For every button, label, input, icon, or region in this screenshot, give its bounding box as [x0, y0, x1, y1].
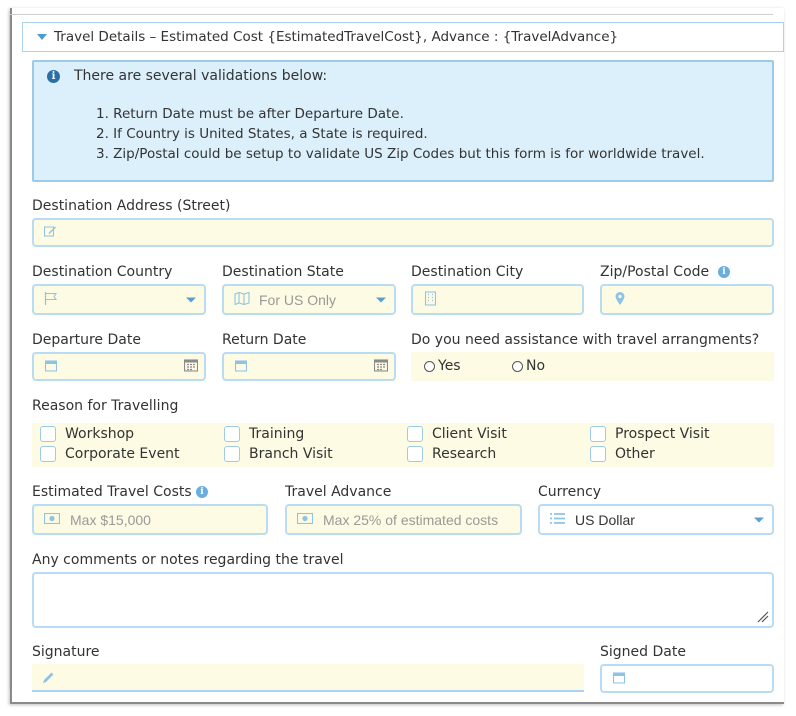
info-title: There are several validations below: [74, 68, 328, 84]
reason-other-checkbox[interactable]: Other [590, 446, 655, 462]
calendar-icon [234, 359, 248, 374]
checkbox-label: Research [432, 446, 497, 462]
signed-date-input[interactable] [600, 664, 774, 693]
chevron-down-icon [186, 297, 196, 302]
zip-input[interactable] [600, 284, 774, 315]
map-icon [234, 291, 250, 308]
currency-label: Currency [538, 484, 602, 500]
est-cost-input[interactable]: Max $15,000 [32, 504, 268, 535]
checkbox-box[interactable] [224, 446, 240, 462]
comments-label: Any comments or notes regarding the trav… [32, 552, 344, 568]
chevron-down-icon [376, 297, 386, 302]
state-label: Destination State [222, 264, 344, 280]
checkbox-box[interactable] [407, 426, 423, 442]
reason-label: Reason for Travelling [32, 398, 179, 414]
assistance-label: Do you need assistance with travel arran… [411, 332, 760, 348]
radio-circle[interactable] [512, 360, 523, 372]
assistance-radio-group [411, 352, 774, 381]
est-cost-label: Estimated Travel Costs [32, 484, 192, 500]
assistance-yes-radio[interactable]: Yes [424, 358, 461, 374]
signed-date-label: Signed Date [600, 644, 686, 660]
city-input[interactable] [411, 284, 584, 315]
currency-value: US Dollar [575, 511, 635, 528]
calendar-picker-icon[interactable] [373, 358, 389, 375]
travel-details-header[interactable]: Travel Details – Estimated Cost {Estimat… [22, 22, 784, 52]
reason-client-visit-checkbox[interactable]: Client Visit [407, 426, 507, 442]
validation-item: 3. Zip/Postal could be setup to validate… [96, 146, 705, 162]
state-placeholder: For US Only [259, 291, 337, 308]
checkbox-box[interactable] [590, 446, 606, 462]
return-label: Return Date [222, 332, 307, 348]
reason-corporate-event-checkbox[interactable]: Corporate Event [40, 446, 180, 462]
checkbox-box[interactable] [40, 446, 56, 462]
signature-label: Signature [32, 644, 100, 660]
advance-placeholder: Max 25% of estimated costs [323, 511, 499, 528]
advance-label: Travel Advance [285, 484, 392, 500]
checkbox-box[interactable] [224, 426, 240, 442]
departure-date-input[interactable] [32, 352, 206, 381]
calendar-picker-icon[interactable] [183, 358, 199, 375]
checkbox-box[interactable] [590, 426, 606, 442]
departure-label: Departure Date [32, 332, 141, 348]
validation-info-box: i There are several validations below: 1… [32, 60, 774, 182]
reason-workshop-checkbox[interactable]: Workshop [40, 426, 134, 442]
list-icon [550, 512, 565, 527]
checkbox-box[interactable] [407, 446, 423, 462]
collapse-caret-icon[interactable] [37, 34, 47, 40]
country-label: Destination Country [32, 264, 173, 280]
checkbox-label: Client Visit [432, 426, 507, 442]
calendar-icon [44, 359, 58, 374]
calendar-icon [612, 671, 626, 686]
checkbox-label: Prospect Visit [615, 426, 710, 442]
pencil-icon [42, 671, 55, 688]
building-icon [424, 290, 437, 308]
map-marker-icon [615, 291, 625, 308]
money-icon [296, 512, 314, 527]
country-select[interactable] [32, 284, 206, 315]
edit-icon [44, 225, 57, 240]
street-input[interactable] [32, 218, 774, 247]
validation-list: 1. Return Date must be after Departure D… [96, 104, 705, 164]
checkbox-label: Other [615, 446, 655, 462]
info-circle-icon: i [47, 70, 60, 83]
checkbox-label: Branch Visit [249, 446, 333, 462]
radio-label-no: No [526, 358, 546, 374]
est-cost-info-icon[interactable]: i [196, 486, 208, 498]
reason-research-checkbox[interactable]: Research [407, 446, 496, 462]
flag-icon [44, 291, 58, 308]
zip-label: Zip/Postal Code [600, 264, 710, 280]
money-icon [43, 512, 61, 527]
resize-handle-icon[interactable] [757, 611, 769, 623]
currency-select[interactable]: US Dollar [538, 504, 774, 535]
zip-info-icon[interactable]: i [718, 266, 730, 278]
checkbox-label: Workshop [65, 426, 135, 442]
reason-prospect-visit-checkbox[interactable]: Prospect Visit [590, 426, 709, 442]
advance-input[interactable]: Max 25% of estimated costs [285, 504, 522, 535]
city-label: Destination City [411, 264, 524, 280]
reason-branch-visit-checkbox[interactable]: Branch Visit [224, 446, 333, 462]
street-label: Destination Address (Street) [32, 198, 231, 214]
checkbox-label: Training [249, 426, 305, 442]
state-select[interactable]: For US Only [222, 284, 396, 315]
est-cost-placeholder: Max $15,000 [70, 511, 151, 528]
chevron-down-icon [754, 517, 764, 522]
reason-training-checkbox[interactable]: Training [224, 426, 304, 442]
return-date-input[interactable] [222, 352, 396, 381]
checkbox-box[interactable] [40, 426, 56, 442]
radio-circle[interactable] [424, 360, 435, 372]
validation-item: 2. If Country is United States, a State … [96, 126, 428, 142]
signature-pad[interactable] [32, 664, 584, 692]
radio-label-yes: Yes [438, 358, 461, 374]
panel-title: Travel Details – Estimated Cost {Estimat… [54, 29, 619, 45]
assistance-no-radio[interactable]: No [512, 358, 545, 374]
comments-textarea[interactable] [32, 572, 774, 628]
validation-item: 1. Return Date must be after Departure D… [96, 106, 404, 122]
checkbox-label: Corporate Event [65, 446, 180, 462]
